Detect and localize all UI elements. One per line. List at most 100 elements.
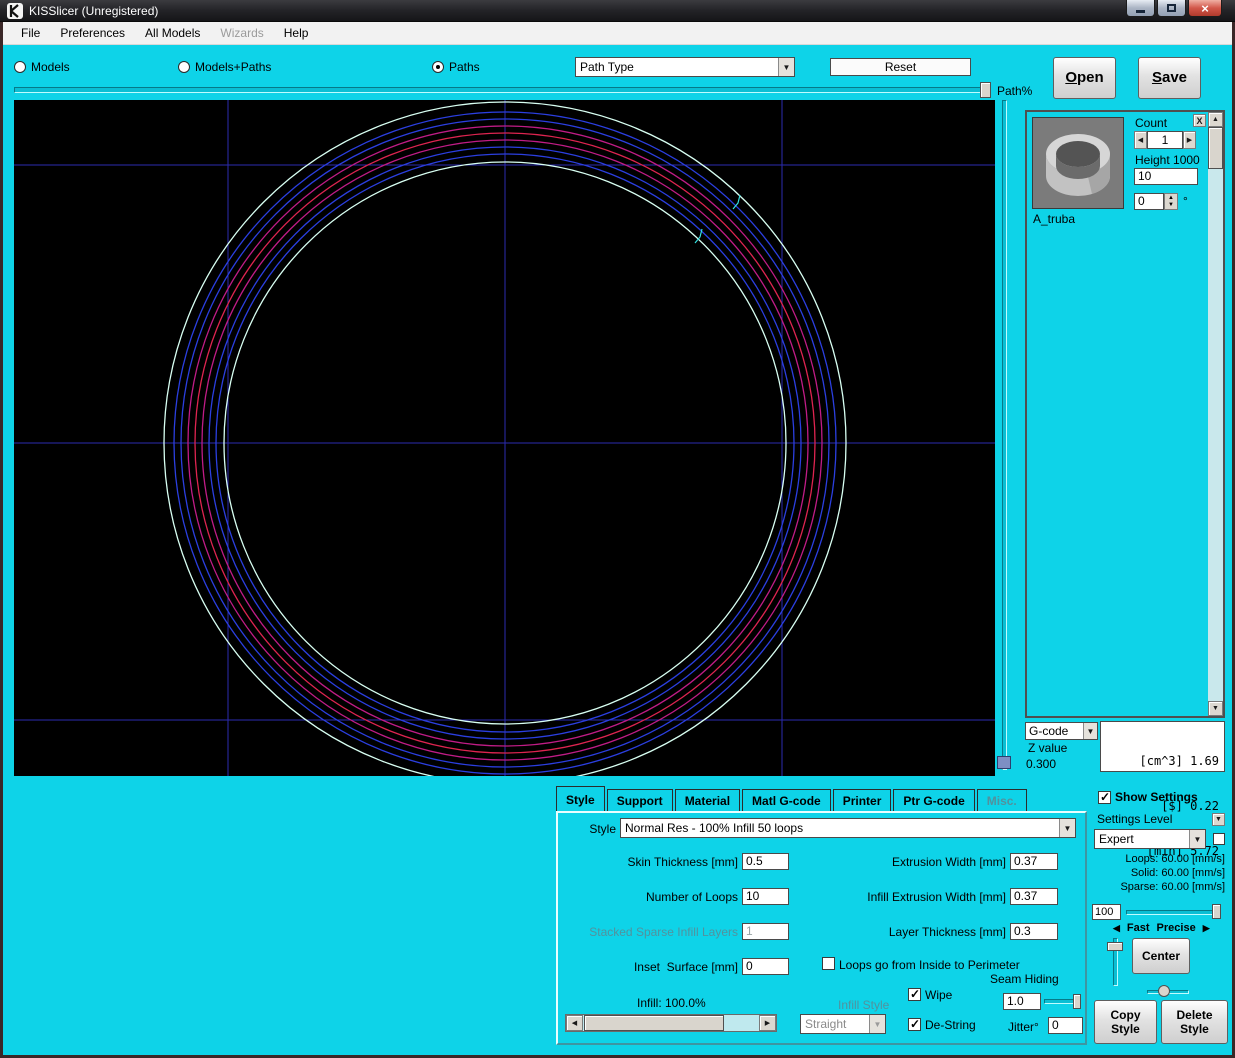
jitter-input[interactable]: 0 (1048, 1017, 1083, 1034)
tab-misc: Misc. (977, 789, 1027, 812)
radio-paths[interactable]: Paths (432, 60, 480, 74)
infill-extrusion-width-label: Infill Extrusion Width [mm] (826, 890, 1006, 904)
extrusion-width-input[interactable]: 0.37 (1010, 853, 1058, 870)
tab-ptr-gcode[interactable]: Ptr G-code (893, 789, 974, 812)
open-button[interactable]: Open (1053, 57, 1116, 99)
inset-surface-input[interactable]: 0 (742, 958, 789, 975)
loops-inside-checkbox[interactable] (822, 957, 835, 970)
z-value-label: Z value (1028, 741, 1067, 755)
settings-extra-checkbox[interactable] (1213, 833, 1225, 845)
stacked-sparse-input: 1 (742, 923, 789, 940)
infill-scroll-left[interactable]: ◀ (566, 1015, 583, 1031)
wipe-checkbox[interactable] (908, 988, 921, 1001)
stacked-sparse-label: Stacked Sparse Infill Layers (558, 925, 738, 939)
viewport-zoom-thumb[interactable] (997, 756, 1011, 769)
spinner-up-icon[interactable]: ▲ (1168, 195, 1174, 202)
chevron-down-icon[interactable]: ▼ (1059, 819, 1075, 837)
menu-item-all-models[interactable]: All Models (135, 23, 210, 43)
arrow-right-icon[interactable]: ▶ (1203, 923, 1210, 934)
minimize-button[interactable] (1126, 0, 1155, 17)
number-of-loops-input[interactable]: 10 (742, 888, 789, 905)
menu-item-preferences[interactable]: Preferences (50, 23, 135, 43)
degree-label: ° (1183, 194, 1188, 208)
delete-style-button[interactable]: Delete Style (1161, 1000, 1228, 1044)
layer-thickness-input[interactable]: 0.3 (1010, 923, 1058, 940)
infill-extrusion-width-input[interactable]: 0.37 (1010, 888, 1058, 905)
stat-volume: [cm^3] 1.69 (1106, 754, 1219, 769)
stats-box: [cm^3] 1.69 [$] 0.22 [min] 5.72 (1100, 721, 1225, 772)
settings-level-collapse-icon[interactable]: ▼ (1212, 813, 1225, 826)
tab-material[interactable]: Material (675, 789, 740, 812)
title-bar[interactable]: KISSlicer (Unregistered) × (0, 0, 1235, 22)
style-dropdown[interactable]: Normal Res - 100% Infill 50 loops ▼ (620, 818, 1076, 838)
settings-tabs: Style Support Material Matl G-code Print… (556, 786, 1029, 812)
infill-scrollbar[interactable]: ◀ ▶ (565, 1014, 777, 1032)
delete-style-line1: Delete (1176, 1008, 1212, 1022)
speed-readout: Loops: 60.00 [mm/s] Solid: 60.00 [mm/s] … (1096, 852, 1225, 894)
count-value[interactable]: 1 (1147, 131, 1183, 149)
count-increment[interactable]: ▶ (1183, 131, 1196, 149)
radio-models-label: Models (31, 60, 70, 74)
path-preview-viewport[interactable] (14, 100, 995, 776)
model-name[interactable]: A_truba (1033, 212, 1075, 226)
save-button[interactable]: Save (1138, 57, 1201, 99)
height-input[interactable]: 10 (1134, 168, 1198, 185)
arrow-left-icon[interactable]: ◀ (1113, 923, 1120, 934)
seam-hiding-value[interactable]: 1.0 (1003, 993, 1041, 1010)
chevron-down-icon[interactable]: ▼ (1189, 830, 1205, 848)
settings-level-value: Expert (1095, 830, 1189, 848)
path-percent-slider-thumb[interactable] (980, 82, 991, 98)
infill-scroll-right[interactable]: ▶ (759, 1015, 776, 1031)
settings-level-dropdown[interactable]: Expert ▼ (1094, 829, 1206, 849)
mini-horizontal-slider-thumb[interactable] (1158, 985, 1170, 997)
show-settings-checkbox[interactable] (1098, 791, 1111, 804)
tab-matl-gcode[interactable]: Matl G-code (742, 789, 831, 812)
tab-style[interactable]: Style (556, 786, 605, 812)
path-type-dropdown[interactable]: Path Type ▼ (575, 57, 795, 77)
gcode-dropdown[interactable]: G-code ▼ (1025, 722, 1098, 740)
speed-value[interactable]: 100 (1092, 904, 1121, 920)
viewport-zoom-slider[interactable] (1002, 100, 1007, 770)
scroll-down-button[interactable]: ▼ (1208, 701, 1223, 716)
chevron-down-icon: ▼ (869, 1015, 885, 1033)
menu-item-file[interactable]: File (11, 23, 50, 43)
tab-support[interactable]: Support (607, 789, 673, 812)
layer-thickness-label: Layer Thickness [mm] (836, 925, 1006, 939)
menu-item-help[interactable]: Help (274, 23, 319, 43)
reset-button[interactable]: Reset (830, 58, 971, 76)
radio-models-paths[interactable]: Models+Paths (178, 60, 271, 74)
scroll-up-button[interactable]: ▲ (1208, 112, 1223, 127)
model-thumbnail[interactable] (1032, 117, 1124, 209)
show-settings-label: Show Settings (1115, 790, 1198, 804)
menu-item-wizards: Wizards (210, 23, 273, 43)
fast-precise-slider[interactable]: ◀ Fast Precise ▶ (1113, 922, 1225, 934)
spinner-down-icon[interactable]: ▼ (1168, 202, 1174, 209)
detail-vertical-slider-thumb[interactable] (1107, 942, 1123, 951)
models-panel-close-button[interactable]: X (1193, 114, 1206, 127)
models-scrollbar[interactable]: ▲ ▼ (1208, 112, 1223, 716)
speed-slider[interactable] (1126, 910, 1220, 915)
infill-scroll-thumb[interactable] (584, 1015, 724, 1031)
chevron-down-icon[interactable]: ▼ (778, 58, 794, 76)
count-spinner: ◀ 1 ▶ (1134, 131, 1196, 149)
destring-checkbox[interactable] (908, 1018, 921, 1031)
copy-style-button[interactable]: Copy Style (1094, 1000, 1157, 1044)
seam-hiding-slider-thumb[interactable] (1073, 994, 1081, 1009)
skin-thickness-input[interactable]: 0.5 (742, 853, 789, 870)
rotation-input[interactable]: 0 (1134, 193, 1164, 210)
scroll-thumb[interactable] (1208, 127, 1223, 169)
count-decrement[interactable]: ◀ (1134, 131, 1147, 149)
precise-label: Precise (1157, 922, 1196, 934)
speed-slider-thumb[interactable] (1212, 904, 1221, 919)
center-button[interactable]: Center (1132, 938, 1190, 974)
loops-inside-label: Loops go from Inside to Perimeter (839, 958, 1020, 972)
chevron-down-icon[interactable]: ▼ (1083, 723, 1097, 739)
number-of-loops-label: Number of Loops (568, 890, 738, 904)
open-label: Open (1065, 71, 1103, 85)
maximize-button[interactable] (1157, 0, 1186, 17)
rotation-spinner[interactable]: ▲▼ (1164, 193, 1178, 210)
tab-printer[interactable]: Printer (833, 789, 892, 812)
close-button[interactable]: × (1188, 0, 1222, 17)
path-percent-slider[interactable] (14, 87, 986, 93)
radio-models[interactable]: Models (14, 60, 70, 74)
